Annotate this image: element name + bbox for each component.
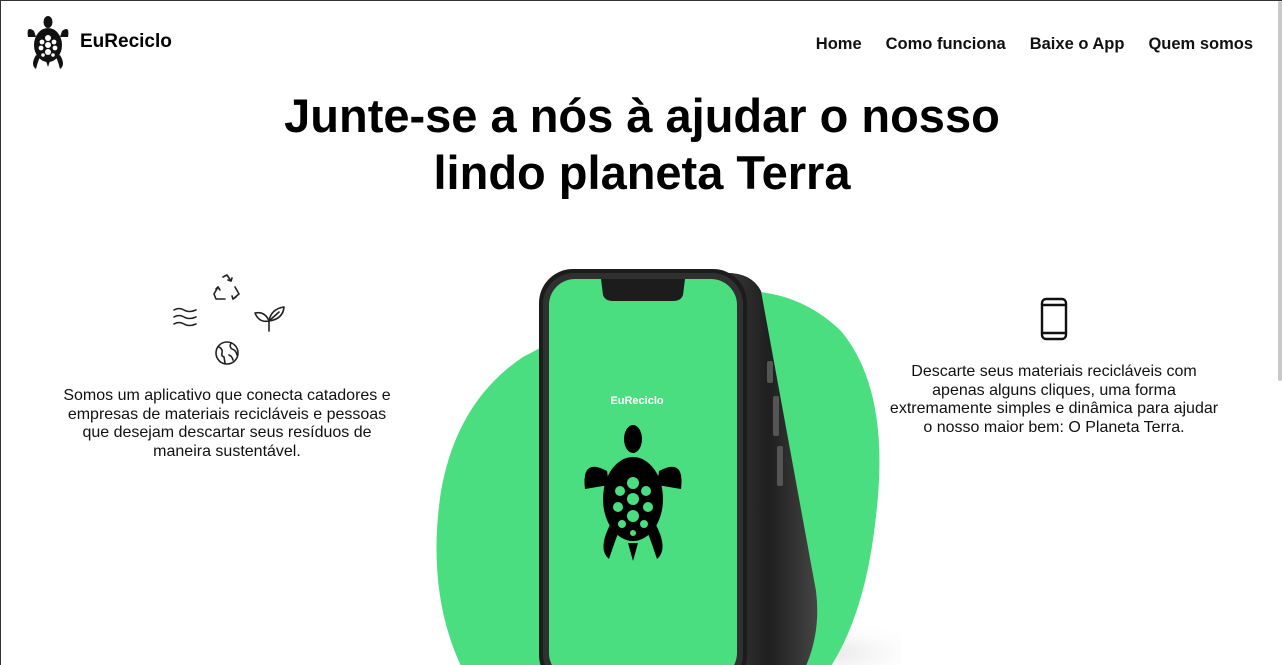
main-nav: Home Como funciona Baixe o App Quem somo… — [816, 35, 1253, 54]
wind-icon — [173, 307, 197, 327]
about-text: Somos um aplicativo que conecta catadore… — [63, 387, 391, 460]
discard-text: Descarte seus materiais recicláveis com … — [889, 363, 1219, 436]
brand[interactable]: EuReciclo — [26, 15, 172, 71]
leaf-icon — [254, 306, 285, 332]
nav-home[interactable]: Home — [816, 35, 862, 54]
nav-quem-somos[interactable]: Quem somos — [1148, 35, 1253, 54]
eco-icon-cluster — [171, 269, 291, 369]
smartphone-icon — [1040, 297, 1068, 341]
turtle-icon — [27, 16, 69, 69]
page: EuReciclo Home Como funciona Baixe o App… — [0, 0, 1282, 665]
hero-title-line-1: Junte-se a nós à ajudar o nosso — [284, 89, 1000, 142]
globe-icon — [215, 341, 239, 365]
brand-name: EuReciclo — [80, 31, 172, 52]
hero-title: Junte-se a nós à ajudar o nosso lindo pl… — [1, 87, 1282, 201]
nav-baixe-o-app[interactable]: Baixe o App — [1030, 35, 1125, 54]
hero-title-line-2: lindo planeta Terra — [433, 146, 851, 199]
screen-app-name: EuReciclo — [610, 395, 664, 407]
phone-mockup — [436, 269, 901, 665]
nav-como-funciona[interactable]: Como funciona — [886, 35, 1006, 54]
recycle-icon — [213, 274, 240, 300]
